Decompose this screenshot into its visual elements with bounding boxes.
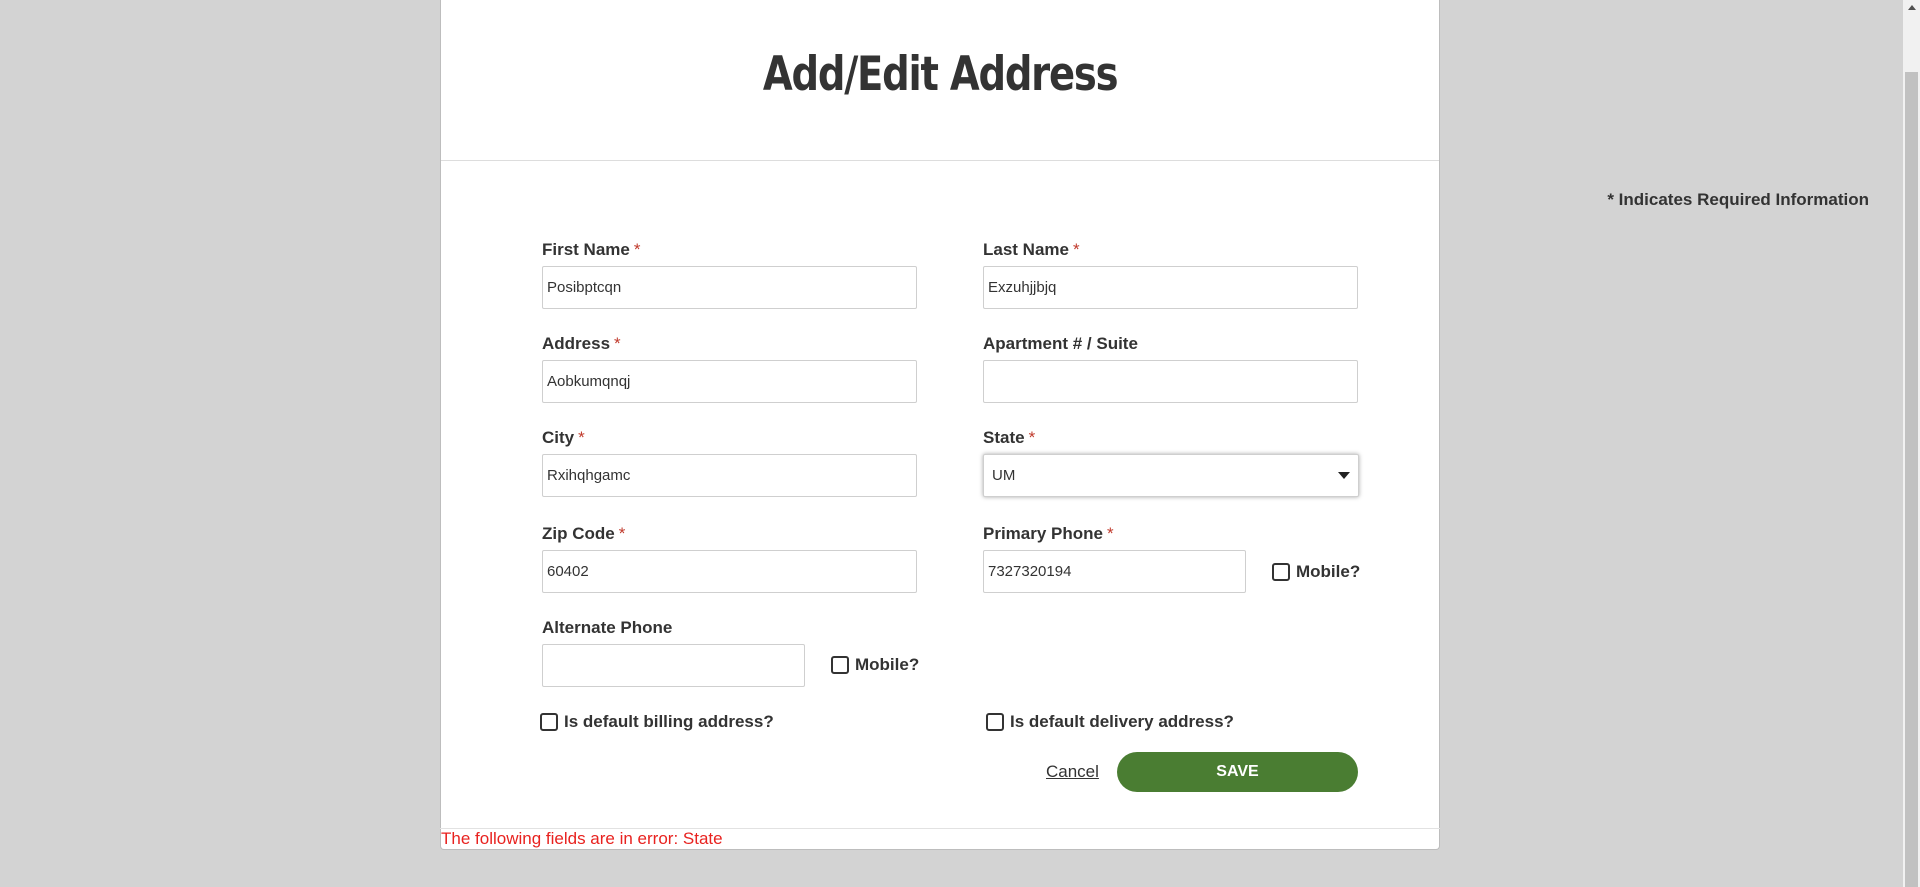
zip-field: Zip Code * bbox=[542, 524, 917, 593]
scroll-up-arrow-icon[interactable] bbox=[1908, 5, 1916, 10]
chevron-down-icon bbox=[1338, 472, 1350, 479]
modal-header: Add/Edit Address bbox=[441, 0, 1439, 161]
apartment-field: Apartment # / Suite bbox=[983, 334, 1358, 403]
apartment-input[interactable] bbox=[983, 360, 1358, 403]
first-name-field: First Name * bbox=[542, 240, 917, 309]
state-selected-value: UM bbox=[992, 467, 1016, 484]
first-name-label: First Name * bbox=[542, 240, 641, 259]
checkbox-icon[interactable] bbox=[831, 656, 849, 674]
alternate-phone-mobile-checkbox[interactable]: Mobile? bbox=[831, 655, 919, 675]
last-name-field: Last Name * bbox=[983, 240, 1358, 309]
last-name-label: Last Name * bbox=[983, 240, 1080, 259]
address-field: Address * bbox=[542, 334, 917, 403]
page-scrollbar[interactable] bbox=[1903, 0, 1920, 887]
required-star: * bbox=[578, 428, 585, 447]
scroll-thumb[interactable] bbox=[1905, 72, 1918, 887]
default-billing-label: Is default billing address? bbox=[564, 712, 774, 731]
error-message: The following fields are in error: State bbox=[441, 829, 723, 848]
required-star: * bbox=[614, 334, 621, 353]
first-name-input[interactable] bbox=[542, 266, 917, 309]
zip-input[interactable] bbox=[542, 550, 917, 593]
alternate-phone-input[interactable] bbox=[542, 644, 805, 687]
required-star: * bbox=[1028, 428, 1036, 447]
required-star: * bbox=[1107, 524, 1114, 543]
alternate-phone-field: Alternate Phone bbox=[542, 618, 805, 687]
primary-phone-mobile-label: Mobile? bbox=[1296, 562, 1361, 581]
primary-phone-label: Primary Phone * bbox=[983, 524, 1114, 543]
default-billing-checkbox[interactable]: Is default billing address? bbox=[540, 712, 774, 732]
alternate-phone-mobile-label: Mobile? bbox=[855, 655, 920, 674]
checkbox-icon[interactable] bbox=[540, 713, 558, 731]
primary-phone-mobile-checkbox[interactable]: Mobile? bbox=[1272, 562, 1360, 582]
zip-label: Zip Code * bbox=[542, 524, 626, 543]
address-input[interactable] bbox=[542, 360, 917, 403]
save-button[interactable]: SAVE bbox=[1117, 752, 1358, 792]
city-label: City * bbox=[542, 428, 585, 447]
default-delivery-label: Is default delivery address? bbox=[1010, 712, 1234, 731]
default-delivery-checkbox[interactable]: Is default delivery address? bbox=[986, 712, 1234, 732]
address-label: Address * bbox=[542, 334, 621, 353]
state-select[interactable]: UM bbox=[983, 454, 1359, 497]
apartment-label: Apartment # / Suite bbox=[983, 334, 1138, 353]
checkbox-icon[interactable] bbox=[1272, 563, 1290, 581]
city-field: City * bbox=[542, 428, 917, 497]
city-input[interactable] bbox=[542, 454, 917, 497]
cancel-link[interactable]: Cancel bbox=[1046, 762, 1099, 782]
required-star: * bbox=[633, 240, 641, 259]
required-star: * bbox=[618, 524, 626, 543]
primary-phone-input[interactable] bbox=[983, 550, 1246, 593]
checkbox-icon[interactable] bbox=[986, 713, 1004, 731]
alternate-phone-label: Alternate Phone bbox=[542, 618, 673, 637]
required-star: * bbox=[1072, 240, 1080, 259]
primary-phone-field: Primary Phone * bbox=[983, 524, 1246, 593]
state-field: State * UM bbox=[983, 428, 1359, 497]
state-label: State * bbox=[983, 428, 1036, 447]
last-name-input[interactable] bbox=[983, 266, 1358, 309]
required-info-note: * Indicates Required Information bbox=[1607, 190, 1869, 209]
modal-title: Add/Edit Address bbox=[762, 46, 1119, 102]
